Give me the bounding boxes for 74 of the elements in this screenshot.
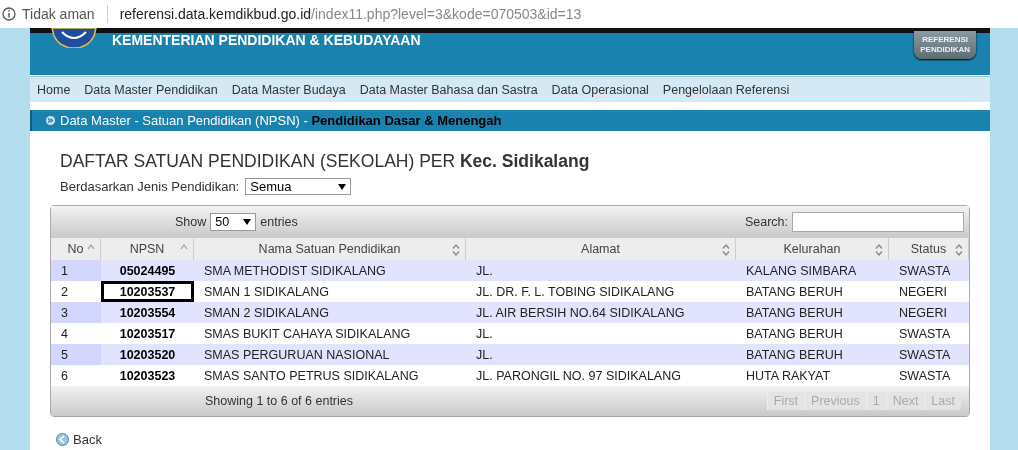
table-cell-text: 6 — [60, 367, 69, 385]
table-cell-text: JL. — [475, 346, 494, 364]
column-header[interactable]: Status — [889, 238, 969, 260]
column-header[interactable]: Kelurahan — [736, 238, 889, 260]
url-field[interactable]: referensi.data.kemdikbud.go.id/index11.php?level=3&kode=070503&id=13 — [119, 6, 582, 22]
nav-link[interactable]: Data Operasional — [551, 82, 649, 97]
nav-link[interactable]: Home — [37, 82, 71, 97]
table-cell-text: JL. AIR BERSIH NO.64 SIDIKALANG — [475, 304, 686, 322]
page-heading: DAFTAR SATUAN PENDIDIKAN (SEKOLAH) PER Kec. Sidikalang — [60, 151, 591, 172]
table-cell-text: SMAN 2 SIDIKALANG — [203, 304, 331, 322]
table-cell-text: BATANG BERUH — [745, 304, 844, 322]
table-cell-text: BATANG BERUH — [745, 283, 844, 301]
column-header[interactable]: Alamat — [466, 238, 736, 260]
info-icon[interactable] — [2, 7, 16, 21]
table-cell-text: SWASTA — [898, 325, 952, 343]
sort-icon[interactable] — [722, 244, 730, 256]
breadcrumb-text: Data Master - Satuan Pendidikan (NPSN) - Pendidikan Dasar & Menengah — [60, 113, 502, 128]
table-cell-text: 05024495 — [118, 262, 177, 280]
table-cell-text: BATANG BERUH — [745, 325, 844, 343]
referensi-logo: REFERENSI PENDIDIKAN — [914, 31, 976, 59]
back-icon[interactable] — [56, 433, 69, 446]
table-cell-text: NEGERI — [898, 283, 948, 301]
table-cell-text: SWASTA — [898, 346, 952, 364]
nav-link[interactable]: Data Master Bahasa dan Sastra — [359, 82, 538, 97]
caret-icon — [243, 219, 252, 225]
table-cell-text: JL. PARONGIL NO. 97 SIDIKALANG — [475, 367, 682, 385]
table-cell-text: SMAS SANTO PETRUS SIDIKALANG — [203, 367, 420, 385]
table-cell-text: KALANG SIMBARA — [745, 262, 858, 280]
table-cell-text: SMAN 1 SIDIKALANG — [203, 283, 331, 301]
jenis-dropdown[interactable]: Semua — [245, 178, 352, 195]
column-header[interactable]: No — [51, 238, 101, 260]
page-size-dropdown[interactable]: 50 — [210, 213, 257, 231]
table-cell-text: BATANG BERUH — [745, 346, 844, 364]
column-header[interactable]: NPSN — [101, 238, 194, 260]
table-cell-text: SMAS PERGURUAN NASIONAL — [203, 346, 391, 364]
table-cell-text: SWASTA — [898, 367, 952, 385]
table-cell-text: JL. — [475, 262, 494, 280]
show-label: Show — [175, 215, 207, 229]
table-cell-text: 2 — [60, 283, 69, 301]
sort-icon[interactable] — [875, 244, 883, 256]
table-cell-text: SMA METHODIST SIDIKALANG — [203, 262, 387, 280]
table-info: Showing 1 to 6 of 6 entries — [205, 394, 353, 408]
table-cell-text: 10203520 — [118, 346, 177, 364]
table-cell-text: NEGERI — [898, 304, 948, 322]
search-label: Search: — [744, 215, 788, 229]
table-cell-text: 4 — [60, 325, 69, 343]
table-cell-text: 10203554 — [118, 304, 177, 322]
nav-link[interactable]: Pengelolaan Referensi — [662, 82, 790, 97]
nav-link[interactable]: Data Master Budaya — [231, 82, 346, 97]
table-cell-text: JL. — [475, 325, 494, 343]
sort-up-icon[interactable] — [87, 244, 95, 250]
column-header[interactable]: Nama Satuan Pendidikan — [194, 238, 466, 260]
sort-up-icon[interactable] — [180, 244, 188, 250]
entries-label: entries — [260, 215, 298, 229]
site-title: KEMENTERIAN PENDIDIKAN & KEBUDAYAAN — [112, 32, 421, 48]
highlighted-cell: 10203537 — [101, 281, 194, 302]
bullet-icon — [46, 116, 55, 125]
sort-icon[interactable] — [955, 244, 963, 256]
table-cell-text: SWASTA — [898, 262, 952, 280]
table-cell: 5 — [51, 344, 101, 365]
sort-icon[interactable] — [452, 244, 460, 256]
table-cell-text: 10203523 — [118, 367, 177, 385]
filter-label: Berdasarkan Jenis Pendidikan: — [60, 179, 240, 194]
caret-icon — [338, 183, 347, 190]
table-cell-text: 10203517 — [118, 325, 177, 343]
table-cell: 1 — [51, 260, 101, 281]
table-cell-text: SMAS BUKIT CAHAYA SIDIKALANG — [203, 325, 412, 343]
nav-link[interactable]: Data Master Pendidikan — [84, 82, 218, 97]
table-cell-text: HUTA RAKYAT — [745, 367, 832, 385]
search-field[interactable] — [792, 212, 964, 232]
security-label[interactable]: Tidak aman — [22, 6, 95, 22]
back-link[interactable]: Back — [73, 432, 102, 447]
table-cell: 3 — [51, 302, 101, 323]
table-cell-text: JL. DR. F. L. TOBING SIDIKALANG — [475, 283, 676, 301]
